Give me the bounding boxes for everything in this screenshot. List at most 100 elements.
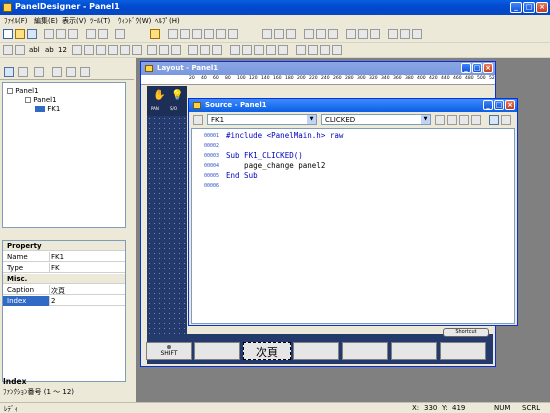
align-left-icon[interactable] bbox=[262, 29, 272, 39]
align-center-icon[interactable] bbox=[274, 29, 284, 39]
label-tool[interactable]: abl bbox=[29, 46, 40, 54]
slider-tool-icon[interactable] bbox=[254, 45, 264, 55]
layout-maximize-button[interactable]: □ bbox=[472, 63, 482, 73]
timer-tool-icon[interactable] bbox=[266, 45, 276, 55]
calendar-tool-icon[interactable] bbox=[278, 45, 288, 55]
grid-icon[interactable] bbox=[412, 29, 422, 39]
frame-tool-icon[interactable] bbox=[120, 45, 130, 55]
object-select[interactable]: FK1 ▼ bbox=[207, 114, 317, 125]
design-canvas-left[interactable]: ✋ PAN 💡 S/O bbox=[147, 86, 187, 334]
hand-icon[interactable] bbox=[192, 29, 202, 39]
fkey-4[interactable] bbox=[293, 342, 339, 360]
image-tool-icon[interactable] bbox=[212, 45, 222, 55]
lamp-tool-icon[interactable] bbox=[72, 45, 82, 55]
menu-help[interactable]: ﾍﾙﾌﾟ(H) bbox=[155, 16, 180, 26]
option-tool-icon[interactable] bbox=[108, 45, 118, 55]
tree-view-icon[interactable] bbox=[4, 67, 14, 77]
space-horizontal-icon[interactable] bbox=[388, 29, 398, 39]
fkey-2[interactable] bbox=[194, 342, 240, 360]
layout-titlebar[interactable]: Layout - Panel1 _ □ × bbox=[141, 62, 495, 75]
tree-panel-node[interactable]: Panel1 bbox=[25, 96, 57, 104]
move-down-icon[interactable] bbox=[80, 67, 90, 77]
open-folder-icon[interactable] bbox=[15, 29, 25, 39]
align-middle-icon[interactable] bbox=[316, 29, 326, 39]
chevron-down-icon[interactable]: ▼ bbox=[307, 115, 316, 124]
tree-props-icon[interactable] bbox=[18, 67, 28, 77]
scroll-tool-icon[interactable] bbox=[332, 45, 342, 55]
pointer-tool-icon[interactable] bbox=[3, 45, 13, 55]
window-tool-icon[interactable] bbox=[228, 29, 238, 39]
box-tool-icon[interactable] bbox=[159, 45, 169, 55]
grid-tool-icon[interactable] bbox=[188, 45, 198, 55]
minimize-button[interactable]: _ bbox=[510, 2, 522, 13]
indent-icon[interactable] bbox=[435, 115, 445, 125]
menu-view[interactable]: 表示(V) bbox=[62, 16, 86, 26]
property-row-type[interactable]: Type FK bbox=[3, 263, 125, 273]
menu-tools[interactable]: ﾂｰﾙ(T) bbox=[90, 16, 110, 26]
menu-file[interactable]: ﾌｧｲﾙ(F) bbox=[4, 16, 28, 26]
chevron-down-icon[interactable]: ▼ bbox=[421, 115, 430, 124]
shortcut-button[interactable]: Shortcut bbox=[443, 328, 489, 337]
list-tool-icon[interactable] bbox=[132, 45, 142, 55]
picture-tool-icon[interactable] bbox=[15, 45, 25, 55]
source-close-button[interactable]: × bbox=[505, 100, 515, 110]
uncomment-icon[interactable] bbox=[471, 115, 481, 125]
code-editor[interactable]: 00001 #include <PanelMain.h> raw 00002 0… bbox=[191, 128, 515, 324]
zoom-icon[interactable] bbox=[180, 29, 190, 39]
fkey-tool-icon[interactable] bbox=[308, 45, 318, 55]
cut-icon[interactable] bbox=[44, 29, 54, 39]
fkey-6[interactable] bbox=[391, 342, 437, 360]
align-bottom-icon[interactable] bbox=[328, 29, 338, 39]
property-row-caption[interactable]: Caption 次頁 bbox=[3, 285, 125, 295]
button-tool-icon[interactable] bbox=[84, 45, 94, 55]
fkey-5[interactable] bbox=[342, 342, 388, 360]
rect-tool-icon[interactable] bbox=[204, 29, 214, 39]
number-tool[interactable]: 12 bbox=[58, 46, 67, 54]
move-up-icon[interactable] bbox=[66, 67, 76, 77]
fkey-shift[interactable]: SHIFT bbox=[146, 342, 192, 360]
new-file-icon[interactable] bbox=[3, 29, 13, 39]
prop-value[interactable]: 2 bbox=[51, 297, 55, 305]
ellipse-tool-icon[interactable] bbox=[216, 29, 226, 39]
tree-panel-icon[interactable] bbox=[52, 67, 62, 77]
paste-icon[interactable] bbox=[68, 29, 78, 39]
redo-icon[interactable] bbox=[98, 29, 108, 39]
circle-tool-icon[interactable] bbox=[171, 45, 181, 55]
source-minimize-button[interactable]: _ bbox=[483, 100, 493, 110]
copy-icon[interactable] bbox=[56, 29, 66, 39]
meter-tool-icon[interactable] bbox=[230, 45, 240, 55]
graph-tool-icon[interactable] bbox=[242, 45, 252, 55]
layout-minimize-button[interactable]: _ bbox=[461, 63, 471, 73]
same-width-icon[interactable] bbox=[346, 29, 356, 39]
font-icon[interactable] bbox=[489, 115, 499, 125]
source-maximize-button[interactable]: □ bbox=[494, 100, 504, 110]
print-icon[interactable] bbox=[115, 29, 125, 39]
undo-icon[interactable] bbox=[86, 29, 96, 39]
menu-window[interactable]: ｳｨﾝﾄﾞｳ(W) bbox=[118, 16, 151, 26]
close-button[interactable]: × bbox=[536, 2, 548, 13]
space-vertical-icon[interactable] bbox=[400, 29, 410, 39]
save-icon[interactable] bbox=[27, 29, 37, 39]
object-tree[interactable]: Panel1 Panel1 FK1 bbox=[2, 82, 126, 228]
maximize-button[interactable]: □ bbox=[523, 2, 535, 13]
tree-fk1-node[interactable]: FK1 bbox=[35, 105, 60, 113]
pointer-icon[interactable] bbox=[168, 29, 178, 39]
key-tool-icon[interactable] bbox=[296, 45, 306, 55]
property-row-name[interactable]: Name FK1 bbox=[3, 252, 125, 262]
layout-close-button[interactable]: × bbox=[483, 63, 493, 73]
tree-layer-icon[interactable] bbox=[34, 67, 44, 77]
menu-edit[interactable]: 編集(E) bbox=[34, 16, 58, 26]
source-titlebar[interactable]: Source - Panel1 _ □ × bbox=[189, 99, 517, 112]
find-icon[interactable] bbox=[501, 115, 511, 125]
outdent-icon[interactable] bbox=[447, 115, 457, 125]
table-tool-icon[interactable] bbox=[200, 45, 210, 55]
line-tool-icon[interactable] bbox=[147, 45, 157, 55]
help-icon[interactable] bbox=[150, 29, 160, 39]
tree-root[interactable]: Panel1 bbox=[7, 87, 39, 95]
comment-icon[interactable] bbox=[459, 115, 469, 125]
textbox-tool[interactable]: ab bbox=[45, 46, 54, 54]
checkbox-tool-icon[interactable] bbox=[96, 45, 106, 55]
property-row-index[interactable]: Index 2 bbox=[3, 296, 125, 306]
same-size-icon[interactable] bbox=[370, 29, 380, 39]
fkey-next-page[interactable]: 次頁 bbox=[243, 342, 291, 360]
